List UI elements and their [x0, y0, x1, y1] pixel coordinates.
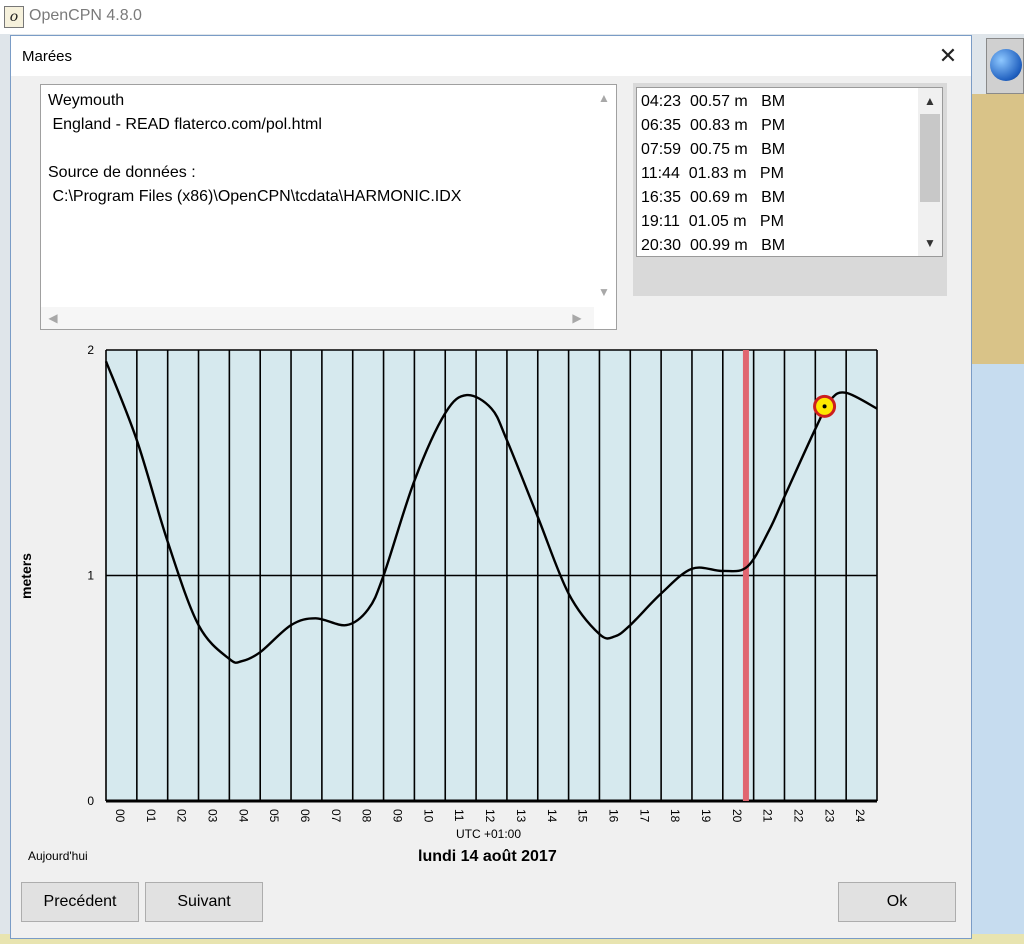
tide-event-type: PM [761, 117, 786, 134]
tide-event-time: 04:23 [641, 93, 682, 110]
tide-event-type: BM [761, 189, 786, 206]
app-title-bar: o OpenCPN 4.8.0 [0, 0, 1024, 34]
x-tick-label: 20 [730, 809, 744, 823]
station-info-text: Weymouth England - READ flaterco.com/pol… [48, 89, 461, 209]
data-source-path: C:\Program Files (x86)\OpenCPN\tcdata\HA… [48, 188, 462, 205]
y-tick-label: 2 [87, 343, 94, 357]
previous-button[interactable]: Precédent [21, 882, 139, 922]
tides-dialog: Marées ✕ Weymouth England - READ flaterc… [10, 35, 972, 939]
y-tick-label: 0 [87, 794, 94, 808]
tide-event-row[interactable]: 11:44 01.83 m PM [641, 162, 784, 186]
tide-event-height: 00.99 m [689, 237, 748, 254]
tide-event-row[interactable]: 19:11 01.05 m PM [641, 210, 784, 234]
tide-events-list[interactable]: ▲ ▼ 04:23 00.57 m BM 06:35 00.83 m PM 07:5… [636, 87, 943, 257]
tide-event-row[interactable]: 16:35 00.69 m BM [641, 186, 785, 210]
tide-event-type: BM [761, 237, 786, 254]
x-tick-label: 08 [360, 809, 374, 823]
info-vertical-scrollbar[interactable]: ▲ ▼ [592, 85, 616, 307]
today-label: Aujourd'hui [28, 849, 88, 863]
tide-event-type: BM [761, 141, 786, 158]
x-tick-label: 23 [822, 809, 836, 823]
timezone-label: UTC +01:00 [456, 827, 522, 841]
x-tick-label: 14 [545, 809, 559, 823]
scroll-right-icon[interactable]: ▶ [567, 311, 587, 325]
scroll-down-icon[interactable]: ▼ [594, 285, 614, 299]
tide-event-row[interactable]: 04:23 00.57 m BM [641, 90, 785, 114]
tide-events-panel: ▲ ▼ 04:23 00.57 m BM 06:35 00.83 m PM 07:5… [633, 83, 947, 296]
tide-event-type: PM [759, 213, 784, 230]
tide-event-row[interactable]: 20:30 00.99 m BM [641, 234, 786, 256]
tide-event-row[interactable]: 06:35 00.83 m PM [641, 114, 785, 138]
x-tick-label: 12 [483, 809, 497, 823]
y-axis-label: meters [18, 553, 34, 599]
next-button[interactable]: Suivant [145, 882, 263, 922]
tide-event-height: 01.05 m [688, 213, 747, 230]
google-earth-button[interactable] [986, 38, 1024, 94]
x-tick-label: 10 [421, 809, 435, 823]
x-tick-label: 06 [298, 809, 312, 823]
scroll-thumb[interactable] [920, 114, 940, 202]
tide-event-type: PM [759, 165, 784, 182]
tide-event-height: 00.83 m [689, 117, 748, 134]
dialog-title: Marées [22, 48, 73, 65]
tide-event-time: 06:35 [641, 117, 682, 134]
dialog-title-bar: Marées ✕ [11, 36, 971, 76]
y-tick-label: 1 [87, 569, 94, 583]
tide-event-height: 00.69 m [689, 189, 748, 206]
tide-event-time: 07:59 [641, 141, 682, 158]
opencpn-app-icon: o [4, 6, 24, 28]
scroll-up-icon[interactable]: ▲ [594, 91, 614, 105]
x-tick-label: 03 [206, 809, 220, 823]
x-tick-label: 02 [175, 809, 189, 823]
tide-event-height: 00.75 m [689, 141, 748, 158]
x-tick-label: 04 [236, 809, 250, 823]
close-icon[interactable]: ✕ [933, 42, 963, 70]
chart-sea-area [972, 364, 1024, 944]
tide-event-height: 00.57 m [689, 93, 748, 110]
globe-icon [990, 49, 1022, 81]
current-tide-marker-dot [822, 404, 827, 409]
x-tick-label: 07 [329, 809, 343, 823]
x-tick-label: 21 [761, 809, 775, 823]
tide-event-height: 01.83 m [688, 165, 747, 182]
x-tick-label: 24 [853, 809, 867, 823]
x-tick-label: 11 [452, 809, 466, 822]
x-tick-label: 18 [668, 809, 682, 823]
tide-event-type: BM [761, 93, 786, 110]
x-tick-label: 17 [637, 809, 651, 823]
tide-event-time: 20:30 [641, 237, 682, 254]
ok-button[interactable]: Ok [838, 882, 956, 922]
info-horizontal-scrollbar[interactable]: ◀ ▶ [41, 307, 594, 329]
scroll-down-icon[interactable]: ▼ [920, 236, 940, 250]
x-tick-label: 01 [144, 809, 158, 823]
x-tick-label: 19 [699, 809, 713, 823]
x-tick-label: 13 [514, 809, 528, 823]
tide-event-time: 19:11 [641, 213, 680, 230]
tide-event-time: 16:35 [641, 189, 682, 206]
tide-event-row[interactable]: 07:59 00.75 m BM [641, 138, 785, 162]
x-tick-label: 00 [113, 809, 127, 823]
station-info-box[interactable]: Weymouth England - READ flaterco.com/pol… [40, 84, 617, 330]
scroll-left-icon[interactable]: ◀ [43, 311, 63, 325]
data-source-label: Source de données : [48, 164, 196, 181]
tide-event-time: 11:44 [641, 165, 680, 182]
x-tick-label: 22 [791, 809, 805, 823]
x-tick-label: 05 [267, 809, 281, 823]
station-name: Weymouth [48, 92, 125, 109]
app-title: OpenCPN 4.8.0 [29, 7, 142, 24]
date-label: lundi 14 août 2017 [418, 848, 557, 865]
x-tick-label: 09 [391, 809, 405, 823]
station-region: England - READ flaterco.com/pol.html [48, 116, 322, 133]
x-tick-label: 16 [606, 809, 620, 823]
tide-list-scrollbar[interactable]: ▲ ▼ [918, 88, 942, 256]
tide-graph: 01200 01 02 03 04 05 06 07 08 09 10 11 12 13 14 15 16 17 1… [18, 343, 878, 823]
scroll-up-icon[interactable]: ▲ [920, 94, 940, 108]
x-tick-label: 15 [576, 809, 590, 823]
